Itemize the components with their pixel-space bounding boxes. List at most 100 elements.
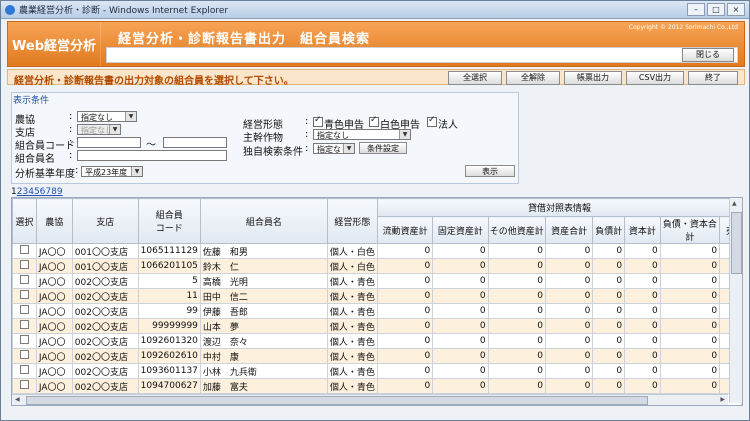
row-amount: 0 bbox=[487, 258, 546, 274]
csv-output-button[interactable]: CSV出力 bbox=[626, 71, 684, 85]
table-row[interactable]: JA〇〇 002〇〇支店 1092601320 渡辺 奈々 個人・青色 0 0 0 0 0 0 0 bbox=[12, 333, 742, 349]
row-nokyo: JA〇〇 bbox=[35, 288, 73, 304]
shiro-checkbox[interactable] bbox=[369, 115, 379, 127]
row-select[interactable] bbox=[12, 378, 37, 394]
table-row[interactable]: JA〇〇 001〇〇支店 1065111129 佐藤 和男 個人・白色 0 0 0 0 0 0 0 bbox=[12, 243, 742, 259]
deselect-all-button[interactable]: 全解除 bbox=[506, 71, 560, 85]
table-row[interactable]: JA〇〇 002〇〇支店 99 伊藤 吾郎 個人・青色 0 0 0 0 0 0 0 bbox=[12, 303, 742, 319]
row-shiten: 002〇〇支店 bbox=[71, 363, 139, 379]
row-select[interactable] bbox=[12, 303, 37, 319]
row-select[interactable] bbox=[12, 333, 37, 349]
row-checkbox[interactable] bbox=[19, 350, 29, 359]
code-from-input[interactable] bbox=[77, 137, 141, 148]
row-checkbox[interactable] bbox=[19, 365, 29, 374]
row-select[interactable] bbox=[12, 243, 37, 259]
row-amount: 0 bbox=[544, 333, 594, 349]
table-row[interactable]: JA〇〇 002〇〇支店 1094700627 加藤 富夫 個人・青色 0 0 0 0 0 0 0 bbox=[12, 378, 742, 394]
table-row[interactable]: JA〇〇 001〇〇支店 1066201105 鈴木 仁個人・白色 0 0 0 0 0 0 0 bbox=[12, 258, 742, 274]
minimize-icon[interactable]: – bbox=[687, 3, 705, 16]
balance-col-header: 負債・資本合計 bbox=[659, 216, 721, 244]
row-amount: 0 bbox=[544, 243, 594, 259]
row-select[interactable] bbox=[12, 258, 37, 274]
row-checkbox[interactable] bbox=[19, 245, 29, 254]
report-output-button[interactable]: 帳票出力 bbox=[564, 71, 622, 85]
scroll-right-icon[interactable]: ▶ bbox=[720, 396, 725, 403]
row-keitai: 個人・青色 bbox=[326, 273, 378, 289]
scroll-up-icon[interactable]: ▲ bbox=[732, 200, 737, 207]
select-all-button[interactable]: 全選択 bbox=[448, 71, 502, 85]
row-amount: 0 bbox=[624, 363, 661, 379]
year-select[interactable]: 平成23年度 bbox=[81, 166, 143, 177]
row-amount: 0 bbox=[487, 348, 546, 364]
vertical-scrollbar[interactable]: ▲ bbox=[729, 198, 742, 403]
row-checkbox[interactable] bbox=[19, 290, 29, 299]
table-row[interactable]: JA〇〇 002〇〇支店 99999999 山本 夢個人・青色 0 0 0 0 0 0 0 bbox=[12, 318, 742, 334]
table-row[interactable]: JA〇〇 002〇〇支店 1092602610 中村 康個人・青色 0 0 0 0 0 0 0 bbox=[12, 348, 742, 364]
row-amount: 0 bbox=[487, 363, 546, 379]
row-checkbox[interactable] bbox=[19, 275, 29, 284]
row-checkbox[interactable] bbox=[19, 260, 29, 269]
maximize-icon[interactable]: □ bbox=[707, 3, 725, 16]
code-to-input[interactable] bbox=[163, 137, 227, 148]
hojin-checkbox[interactable] bbox=[427, 115, 437, 127]
show-button[interactable]: 表示 bbox=[465, 165, 515, 177]
row-amount: 0 bbox=[544, 303, 594, 319]
dokuji-select[interactable]: 指定なし bbox=[313, 143, 355, 154]
balance-col-header: その他資産計 bbox=[487, 216, 546, 244]
dokuji-label: 独自検索条件 bbox=[243, 147, 303, 158]
vertical-scroll-thumb[interactable] bbox=[731, 212, 742, 274]
exit-button[interactable]: 終了 bbox=[688, 71, 738, 85]
nokyo-select[interactable]: 指定なし bbox=[77, 111, 137, 122]
row-keitai: 個人・青色 bbox=[326, 318, 378, 334]
balance-col-header: 流動資産計 bbox=[376, 216, 434, 244]
row-amount: 0 bbox=[592, 348, 626, 364]
balance-col-header: 固定資産計 bbox=[432, 216, 489, 244]
row-checkbox[interactable] bbox=[19, 320, 29, 329]
scroll-left-icon[interactable]: ◀ bbox=[15, 396, 20, 403]
row-amount: 0 bbox=[432, 348, 489, 364]
shukan-select[interactable]: 指定なし bbox=[313, 129, 411, 140]
page-9[interactable]: 9 bbox=[57, 187, 63, 197]
shiten-select[interactable]: 指定なし bbox=[77, 124, 121, 135]
horizontal-scroll-thumb[interactable] bbox=[26, 396, 648, 405]
row-keitai: 個人・白色 bbox=[326, 243, 378, 259]
row-keitai: 個人・青色 bbox=[326, 333, 378, 349]
row-select[interactable] bbox=[12, 318, 37, 334]
row-amount: 0 bbox=[624, 303, 661, 319]
row-checkbox[interactable] bbox=[19, 380, 29, 389]
table-row[interactable]: JA〇〇 002〇〇支店 11 田中 信二 個人・青色 0 0 0 0 0 0 0 bbox=[12, 288, 742, 304]
row-nokyo: JA〇〇 bbox=[35, 363, 73, 379]
close-button[interactable]: 閉じる bbox=[682, 48, 734, 62]
hojin-label: 法人 bbox=[438, 120, 458, 131]
close-window-icon[interactable]: × bbox=[727, 3, 745, 16]
row-amount: 0 bbox=[432, 318, 489, 334]
row-select[interactable] bbox=[12, 288, 37, 304]
row-checkbox[interactable] bbox=[19, 335, 29, 344]
aoiro-checkbox[interactable] bbox=[313, 115, 323, 127]
page-title: 経営分析・診断報告書出力 組合員検索 bbox=[118, 32, 371, 47]
row-amount: 0 bbox=[544, 288, 594, 304]
row-amount: 0 bbox=[432, 273, 489, 289]
copyright: Copyright © 2012 Sorimachi Co.,Ltd bbox=[628, 24, 738, 31]
table-row[interactable]: JA〇〇 002〇〇支店 1093601137 小林 九兵衛 個人・青色 0 0 0 0 0 0 0 bbox=[12, 363, 742, 379]
horizontal-scrollbar[interactable]: ◀ ▶ bbox=[12, 394, 728, 405]
name-label: 組合員名 bbox=[15, 154, 55, 165]
shiten-header: 支店 bbox=[71, 198, 139, 244]
row-amount: 0 bbox=[544, 258, 594, 274]
table-row[interactable]: JA〇〇 002〇〇支店 5 高橋 光明 個人・青色 0 0 0 0 0 0 0 bbox=[12, 273, 742, 289]
row-checkbox[interactable] bbox=[19, 305, 29, 314]
condition-setting-button[interactable]: 条件設定 bbox=[359, 142, 407, 154]
row-amount: 0 bbox=[487, 273, 546, 289]
row-select[interactable] bbox=[12, 348, 37, 364]
row-amount: 0 bbox=[624, 243, 661, 259]
row-amount: 0 bbox=[487, 288, 546, 304]
row-code: 11 bbox=[137, 288, 201, 304]
row-select[interactable] bbox=[12, 273, 37, 289]
row-keitai: 個人・青色 bbox=[326, 288, 378, 304]
row-shiten: 002〇〇支店 bbox=[71, 318, 139, 334]
row-select[interactable] bbox=[12, 363, 37, 379]
row-nokyo: JA〇〇 bbox=[35, 378, 73, 394]
row-amount: 0 bbox=[659, 348, 721, 364]
row-shiten: 002〇〇支店 bbox=[71, 333, 139, 349]
name-input[interactable] bbox=[77, 150, 227, 161]
